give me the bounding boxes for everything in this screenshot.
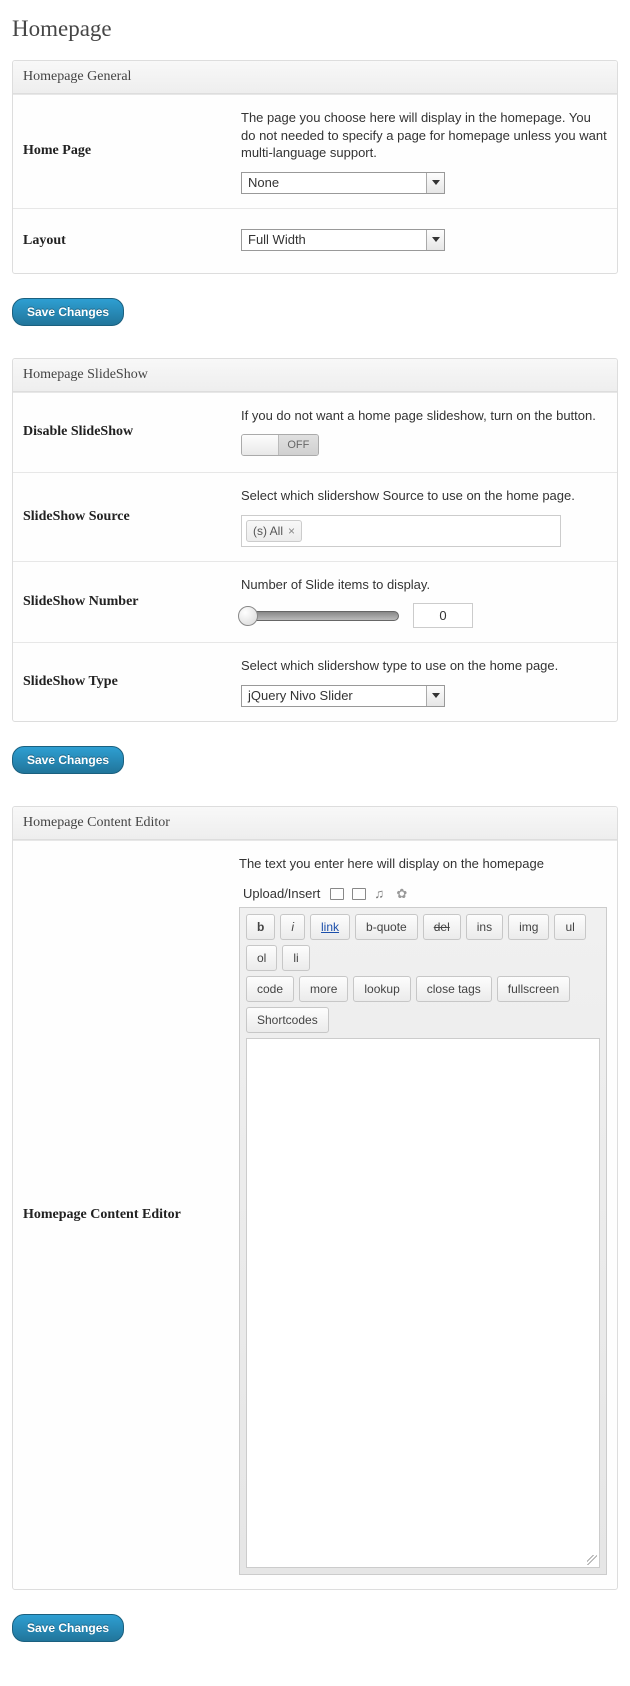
chevron-down-icon[interactable] xyxy=(426,686,444,706)
desc-content-editor: The text you enter here will display on … xyxy=(239,855,607,873)
close-tags-button[interactable]: close tags xyxy=(416,976,492,1002)
save-button[interactable]: Save Changes xyxy=(12,746,124,774)
select-layout[interactable]: Full Width xyxy=(241,229,445,251)
ins-button[interactable]: ins xyxy=(466,914,503,940)
music-icon[interactable]: ♫ xyxy=(374,888,388,900)
panel-header-editor: Homepage Content Editor xyxy=(13,807,617,840)
chevron-down-icon[interactable] xyxy=(426,230,444,250)
chevron-down-icon[interactable] xyxy=(426,173,444,193)
upload-insert-label: Upload/Insert xyxy=(243,886,320,901)
label-content-editor: Homepage Content Editor xyxy=(13,841,229,1590)
label-layout: Layout xyxy=(13,209,231,273)
tag-label: (s) All xyxy=(253,524,283,538)
italic-button[interactable]: i xyxy=(280,914,305,940)
label-disable-slideshow: Disable SlideShow xyxy=(13,393,231,473)
panel-homepage-content-editor: Homepage Content Editor Homepage Content… xyxy=(12,806,618,1591)
select-home-page[interactable]: None xyxy=(241,172,445,194)
select-slideshow-type[interactable]: jQuery Nivo Slider xyxy=(241,685,445,707)
upload-insert-bar: Upload/Insert ♫ ✿ xyxy=(243,886,607,901)
media-icon[interactable]: ✿ xyxy=(396,888,410,900)
li-button[interactable]: li xyxy=(282,945,309,971)
row-home-page: Home Page The page you choose here will … xyxy=(13,94,617,208)
content-editor-textarea[interactable] xyxy=(246,1038,600,1568)
bquote-button[interactable]: b-quote xyxy=(355,914,418,940)
select-layout-value: Full Width xyxy=(242,230,426,250)
panel-homepage-slideshow: Homepage SlideShow Disable SlideShow If … xyxy=(12,358,618,722)
row-disable-slideshow: Disable SlideShow If you do not want a h… xyxy=(13,392,617,473)
row-slideshow-number: SlideShow Number Number of Slide items t… xyxy=(13,561,617,643)
image-icon[interactable] xyxy=(330,888,344,900)
editor-toolbar-container: b i link b-quote del ins img ul ol li co… xyxy=(239,907,607,1575)
label-home-page: Home Page xyxy=(13,95,231,208)
save-button[interactable]: Save Changes xyxy=(12,298,124,326)
panel-header-slideshow: Homepage SlideShow xyxy=(13,359,617,392)
desc-slideshow-source: Select which slidershow Source to use on… xyxy=(241,487,607,505)
desc-slideshow-number: Number of Slide items to display. xyxy=(241,576,607,594)
del-button[interactable]: del xyxy=(423,914,461,940)
slider-thumb[interactable] xyxy=(238,606,258,626)
label-slideshow-source: SlideShow Source xyxy=(13,473,231,561)
select-home-page-value: None xyxy=(242,173,426,193)
code-button[interactable]: code xyxy=(246,976,294,1002)
row-content-editor: Homepage Content Editor The text you ent… xyxy=(13,840,617,1590)
row-slideshow-type: SlideShow Type Select which slidershow t… xyxy=(13,642,617,721)
bold-button[interactable]: b xyxy=(246,914,275,940)
desc-slideshow-type: Select which slidershow type to use on t… xyxy=(241,657,607,675)
shortcodes-button[interactable]: Shortcodes xyxy=(246,1007,329,1033)
panel-homepage-general: Homepage General Home Page The page you … xyxy=(12,60,618,274)
link-button[interactable]: link xyxy=(310,914,350,940)
toggle-state: OFF xyxy=(279,435,318,455)
ul-button[interactable]: ul xyxy=(554,914,585,940)
page-title: Homepage xyxy=(12,16,618,42)
video-icon[interactable] xyxy=(352,888,366,900)
input-slideshow-source[interactable]: (s) All × xyxy=(241,515,561,547)
desc-home-page: The page you choose here will display in… xyxy=(241,109,607,162)
ol-button[interactable]: ol xyxy=(246,945,277,971)
slideshow-number-value[interactable]: 0 xyxy=(413,603,473,628)
slider-slideshow-number[interactable] xyxy=(241,611,399,621)
lookup-button[interactable]: lookup xyxy=(353,976,410,1002)
fullscreen-button[interactable]: fullscreen xyxy=(497,976,570,1002)
save-button[interactable]: Save Changes xyxy=(12,1614,124,1642)
label-slideshow-type: SlideShow Type xyxy=(13,643,231,721)
panel-header-general: Homepage General xyxy=(13,61,617,94)
resize-handle[interactable] xyxy=(587,1555,597,1565)
desc-disable-slideshow: If you do not want a home page slideshow… xyxy=(241,407,607,425)
row-layout: Layout Full Width xyxy=(13,208,617,273)
row-slideshow-source: SlideShow Source Select which slidershow… xyxy=(13,472,617,561)
img-button[interactable]: img xyxy=(508,914,549,940)
close-icon[interactable]: × xyxy=(288,524,295,538)
tag-all: (s) All × xyxy=(246,520,302,542)
toggle-disable-slideshow[interactable]: OFF xyxy=(241,434,319,456)
select-slideshow-type-value: jQuery Nivo Slider xyxy=(242,686,426,706)
more-button[interactable]: more xyxy=(299,976,348,1002)
label-slideshow-number: SlideShow Number xyxy=(13,562,231,643)
